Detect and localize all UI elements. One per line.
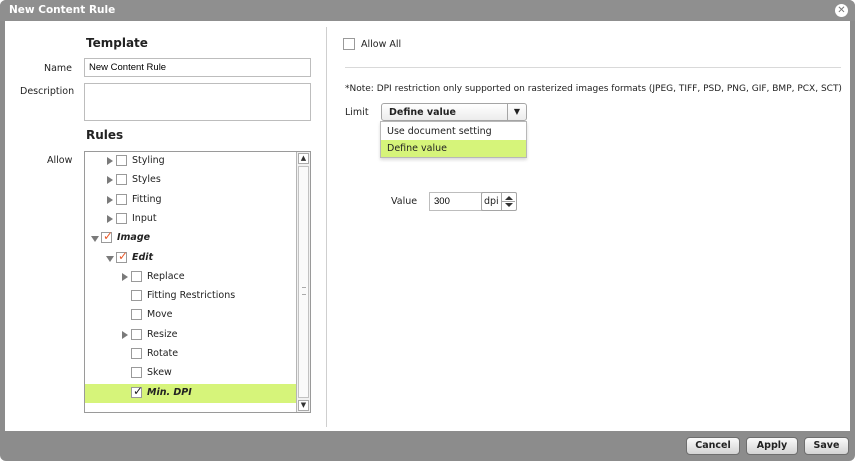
tree-checkbox[interactable] xyxy=(116,193,127,205)
collapse-arrow-icon[interactable] xyxy=(107,214,113,223)
tree-row[interactable]: Move xyxy=(85,306,297,325)
dpi-note: *Note: DPI restriction only supported on… xyxy=(345,84,842,94)
tree-checkbox[interactable]: ✓ xyxy=(116,248,129,263)
tree-row[interactable]: Resize xyxy=(85,326,297,345)
tree-row-label: Fitting xyxy=(132,193,162,205)
scroll-down-arrow-icon[interactable]: ▼ xyxy=(298,400,309,411)
collapse-arrow-icon[interactable] xyxy=(122,272,128,281)
tree-row[interactable]: Fitting Restrictions xyxy=(85,287,297,306)
tree-checkbox[interactable] xyxy=(116,155,127,166)
tree-checkbox[interactable] xyxy=(131,309,142,321)
tree-row[interactable]: ✓ Image xyxy=(85,229,297,248)
tree-row[interactable]: Fitting xyxy=(85,191,297,210)
stepper-divider xyxy=(502,201,515,202)
name-label: Name xyxy=(44,63,73,74)
tree-row[interactable]: ✓ Min. DPI xyxy=(85,383,297,403)
apply-button[interactable]: Apply xyxy=(746,437,798,455)
pane-divider xyxy=(326,27,327,427)
allow-label: Allow xyxy=(47,155,73,166)
close-icon[interactable]: ✕ xyxy=(835,4,848,17)
collapse-arrow-icon[interactable] xyxy=(122,330,128,339)
tree-row-label: Edit xyxy=(132,251,154,263)
tree-row-label: Styles xyxy=(132,174,161,186)
new-content-rule-dialog: New Content Rule ✕ Template Name Descrip… xyxy=(0,0,855,461)
chevron-down-icon[interactable]: ▼ xyxy=(507,104,526,120)
allow-all-checkbox[interactable] xyxy=(343,38,355,50)
expand-arrow-icon[interactable] xyxy=(91,236,99,243)
rules-heading: Rules xyxy=(86,128,124,142)
tree-row[interactable]: Styles xyxy=(85,171,297,190)
tree-row[interactable]: Rotate xyxy=(85,345,297,364)
grip-icon xyxy=(302,287,306,295)
tree-checkbox[interactable] xyxy=(116,174,127,186)
collapse-arrow-icon[interactable] xyxy=(107,176,113,185)
tree-row-label: Image xyxy=(117,232,151,244)
dialog-title: New Content Rule xyxy=(9,4,116,16)
limit-label: Limit xyxy=(345,107,369,118)
limit-select[interactable]: Define value ▼ xyxy=(381,103,527,121)
expand-arrow-icon[interactable] xyxy=(106,255,114,262)
tree-row-label: Resize xyxy=(147,328,178,340)
scrollbar-thumb[interactable] xyxy=(298,166,309,398)
tree-checkbox[interactable] xyxy=(131,348,142,359)
name-input[interactable] xyxy=(84,58,311,77)
tree-checkbox[interactable]: ✓ xyxy=(101,229,114,244)
value-stepper[interactable]: dpi xyxy=(481,192,517,211)
scroll-up-arrow-icon[interactable]: ▲ xyxy=(298,153,309,164)
title-bar: New Content Rule ✕ xyxy=(0,0,855,21)
tree-row-label: Min. DPI xyxy=(147,386,192,398)
limit-dropdown-menu: Use document setting Define value xyxy=(380,121,527,158)
tree-row-label: Replace xyxy=(147,270,185,282)
menu-item-use-document-setting[interactable]: Use document setting xyxy=(381,123,526,140)
limit-selected-value: Define value xyxy=(389,107,456,118)
tree-checkbox[interactable]: ✓ xyxy=(131,383,144,398)
tree-checkbox[interactable] xyxy=(131,328,142,340)
tree-scrollbar[interactable]: ▲ ▼ xyxy=(296,152,310,412)
checkmark-icon: ✓ xyxy=(133,383,144,398)
tree-checkbox[interactable] xyxy=(131,270,142,282)
rules-tree[interactable]: Styling Styles Fitting Input ✓ Image ✓ Edit Repl… xyxy=(84,151,311,413)
stepper-buttons[interactable] xyxy=(501,193,516,210)
collapse-arrow-icon[interactable] xyxy=(107,157,113,165)
tree-row-label: Fitting Restrictions xyxy=(147,290,236,302)
stepper-down-icon[interactable] xyxy=(505,203,513,207)
tree-row-label: Rotate xyxy=(147,348,179,359)
tree-row[interactable]: Replace xyxy=(85,268,297,287)
cancel-button[interactable]: Cancel xyxy=(686,437,740,455)
description-textarea[interactable] xyxy=(84,83,311,121)
tree-checkbox[interactable] xyxy=(131,290,142,302)
template-heading: Template xyxy=(86,36,148,50)
tree-row-label: Skew xyxy=(147,367,172,379)
allow-all-label: Allow All xyxy=(361,39,402,50)
tree-row-label: Input xyxy=(132,212,157,224)
dialog-body: Template Name Description Rules Allow St… xyxy=(5,21,850,431)
value-label: Value xyxy=(391,196,418,207)
tree-row[interactable]: Styling xyxy=(85,152,297,171)
checkmark-icon: ✓ xyxy=(118,248,129,263)
menu-item-define-value[interactable]: Define value xyxy=(381,140,526,157)
unit-label: dpi xyxy=(484,196,499,207)
description-label: Description xyxy=(20,86,75,97)
tree-checkbox[interactable] xyxy=(131,367,142,379)
checkmark-icon: ✓ xyxy=(103,229,114,244)
value-input[interactable] xyxy=(429,192,483,211)
tree-row[interactable]: Input xyxy=(85,210,297,229)
separator xyxy=(345,67,841,68)
save-button[interactable]: Save xyxy=(804,437,849,455)
tree-row[interactable]: Skew xyxy=(85,364,297,383)
tree-checkbox[interactable] xyxy=(116,212,127,224)
stepper-up-icon[interactable] xyxy=(505,196,513,200)
tree-row[interactable]: ✓ Edit xyxy=(85,249,297,268)
tree-row-label: Move xyxy=(147,309,173,321)
collapse-arrow-icon[interactable] xyxy=(107,195,113,204)
tree-row-label: Styling xyxy=(132,155,165,166)
